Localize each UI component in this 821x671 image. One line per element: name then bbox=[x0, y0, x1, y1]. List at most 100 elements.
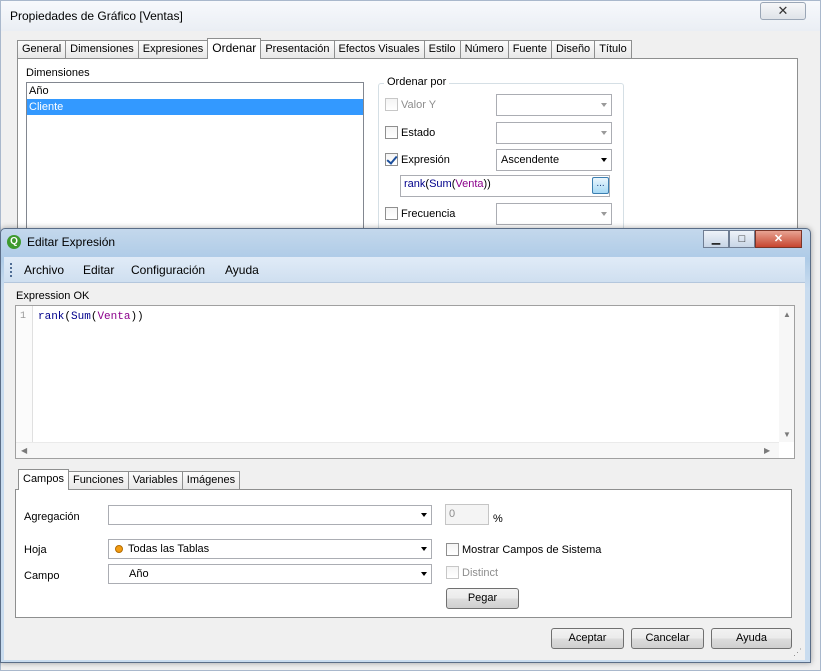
expr-func-sum: Sum bbox=[429, 178, 452, 190]
line-number-gutter: 1 bbox=[16, 306, 33, 442]
sort-expresion-row: Expresión bbox=[385, 153, 450, 166]
dimensions-label: Dimensiones bbox=[26, 67, 90, 79]
menu-archivo[interactable]: Archivo bbox=[24, 263, 64, 277]
horizontal-scrollbar[interactable]: ◀ ▶ bbox=[16, 442, 779, 458]
vertical-scrollbar[interactable]: ▲ ▼ bbox=[779, 306, 794, 442]
campo-value: Año bbox=[129, 568, 149, 580]
mostrar-sistema-checkbox[interactable] bbox=[446, 543, 459, 556]
percent-input[interactable]: 0 bbox=[445, 504, 489, 525]
menu-editar[interactable]: Editar bbox=[83, 263, 114, 277]
expression-code[interactable]: rank(Sum(Venta)) bbox=[38, 311, 144, 323]
minimize-icon[interactable]: ▁ bbox=[703, 230, 729, 248]
chevron-down-icon bbox=[421, 513, 427, 517]
expresion-order-value: Ascendente bbox=[501, 154, 560, 166]
frecuencia-checkbox[interactable] bbox=[385, 207, 398, 220]
scroll-down-icon[interactable]: ▼ bbox=[783, 430, 791, 439]
chevron-down-icon bbox=[601, 212, 607, 216]
chevron-down-icon bbox=[601, 131, 607, 135]
dimensions-list[interactable]: Año Cliente bbox=[26, 82, 364, 242]
scroll-left-icon[interactable]: ◀ bbox=[21, 446, 27, 455]
cancel-button[interactable]: Cancelar bbox=[631, 628, 704, 649]
frecuencia-combo[interactable] bbox=[496, 203, 612, 225]
chart-properties-titlebar: Propiedades de Gráfico [Ventas] ✕ bbox=[1, 1, 820, 31]
hoja-combo[interactable]: Todas las Tablas bbox=[108, 539, 432, 559]
valor-y-combo[interactable] bbox=[496, 94, 612, 116]
valor-y-label: Valor Y bbox=[401, 98, 437, 111]
chevron-down-icon bbox=[601, 103, 607, 107]
list-item[interactable]: Año bbox=[27, 83, 363, 99]
expresion-order-combo[interactable]: Ascendente bbox=[496, 149, 612, 171]
agregacion-label: Agregación bbox=[24, 511, 80, 523]
editor-client-area: Expression OK 1 rank(Sum(Venta)) ▲ ▼ ◀ ▶… bbox=[4, 283, 805, 660]
tab-campos[interactable]: Campos bbox=[18, 469, 69, 490]
estado-checkbox[interactable] bbox=[385, 126, 398, 139]
tab-general[interactable]: General bbox=[17, 40, 67, 59]
toolbar-grip-icon[interactable] bbox=[10, 263, 12, 277]
chevron-down-icon bbox=[601, 158, 607, 162]
estado-label: Estado bbox=[401, 126, 436, 139]
qlikview-logo-icon: Q bbox=[7, 235, 21, 249]
maximize-icon[interactable]: □ bbox=[729, 230, 755, 248]
agregacion-combo[interactable] bbox=[108, 505, 432, 525]
tab-numero[interactable]: Número bbox=[459, 40, 509, 59]
chart-properties-title: Propiedades de Gráfico [Ventas] bbox=[10, 9, 183, 23]
scroll-right-icon[interactable]: ▶ bbox=[764, 446, 770, 455]
close-icon[interactable]: ✕ bbox=[760, 2, 806, 20]
expression-status: Expression OK bbox=[16, 290, 90, 302]
expr-paren: )) bbox=[483, 178, 491, 190]
tab-dimensiones[interactable]: Dimensiones bbox=[65, 40, 139, 59]
tab-diseno[interactable]: Diseño bbox=[550, 40, 596, 59]
list-item-selected[interactable]: Cliente bbox=[27, 99, 363, 115]
edit-expression-window: Q Editar Expresión ▁ □ ✕ Archivo Editar … bbox=[0, 228, 811, 663]
chevron-down-icon bbox=[421, 572, 427, 576]
pegar-button[interactable]: Pegar bbox=[446, 588, 519, 609]
editor-tab-bar: Campos Funciones Variables Imágenes bbox=[18, 469, 241, 490]
chevron-down-icon bbox=[421, 547, 427, 551]
help-button[interactable]: Ayuda bbox=[711, 628, 792, 649]
menu-configuracion[interactable]: Configuración bbox=[131, 263, 205, 277]
tab-presentacion[interactable]: Presentación bbox=[260, 40, 335, 59]
menu-ayuda[interactable]: Ayuda bbox=[225, 263, 259, 277]
distinct-checkbox[interactable] bbox=[446, 566, 459, 579]
tab-efectos-visuales[interactable]: Efectos Visuales bbox=[333, 40, 425, 59]
edit-expression-button[interactable]: ... bbox=[592, 177, 609, 194]
hoja-label: Hoja bbox=[24, 544, 47, 556]
sort-expression-field[interactable]: rank(Sum(Venta)) bbox=[400, 175, 610, 197]
expresion-checkbox[interactable] bbox=[385, 153, 398, 166]
mostrar-sistema-row: Mostrar Campos de Sistema bbox=[446, 543, 601, 556]
expr-func-rank: rank bbox=[404, 178, 426, 190]
close-icon[interactable]: ✕ bbox=[755, 230, 802, 248]
sort-valor-y-row: Valor Y bbox=[385, 98, 436, 111]
tab-ordenar[interactable]: Ordenar bbox=[207, 38, 262, 59]
code-func-rank: rank bbox=[38, 311, 65, 323]
table-dot-icon bbox=[115, 545, 123, 553]
code-field-venta: Venta bbox=[97, 311, 131, 323]
sort-frecuencia-row: Frecuencia bbox=[385, 207, 455, 220]
expr-field-venta: Venta bbox=[455, 178, 484, 190]
distinct-label: Distinct bbox=[462, 566, 499, 579]
frecuencia-label: Frecuencia bbox=[401, 207, 456, 220]
tab-funciones[interactable]: Funciones bbox=[67, 471, 129, 490]
hoja-value: Todas las Tablas bbox=[128, 543, 210, 555]
code-paren: )) bbox=[130, 311, 144, 323]
campo-label: Campo bbox=[24, 570, 60, 582]
code-func-sum: Sum bbox=[71, 311, 91, 323]
tab-variables[interactable]: Variables bbox=[127, 471, 183, 490]
scroll-up-icon[interactable]: ▲ bbox=[783, 310, 791, 319]
resize-grip-icon[interactable]: ⋰ bbox=[793, 647, 802, 658]
tab-imagenes[interactable]: Imágenes bbox=[181, 471, 241, 490]
line-number: 1 bbox=[20, 311, 27, 322]
campo-combo[interactable]: Año bbox=[108, 564, 432, 584]
properties-tab-bar: General Dimensiones Expresiones Ordenar … bbox=[17, 38, 632, 59]
edit-expression-title: Editar Expresión bbox=[27, 235, 116, 249]
valor-y-checkbox[interactable] bbox=[385, 98, 398, 111]
expression-editor[interactable]: 1 rank(Sum(Venta)) ▲ ▼ ◀ ▶ bbox=[15, 305, 795, 459]
tab-estilo[interactable]: Estilo bbox=[423, 40, 461, 59]
sort-estado-row: Estado bbox=[385, 126, 435, 139]
percent-sign: % bbox=[493, 513, 503, 525]
tab-expresiones[interactable]: Expresiones bbox=[137, 40, 209, 59]
tab-fuente[interactable]: Fuente bbox=[507, 40, 552, 59]
tab-titulo[interactable]: Título bbox=[594, 40, 632, 59]
estado-combo[interactable] bbox=[496, 122, 612, 144]
accept-button[interactable]: Aceptar bbox=[551, 628, 624, 649]
